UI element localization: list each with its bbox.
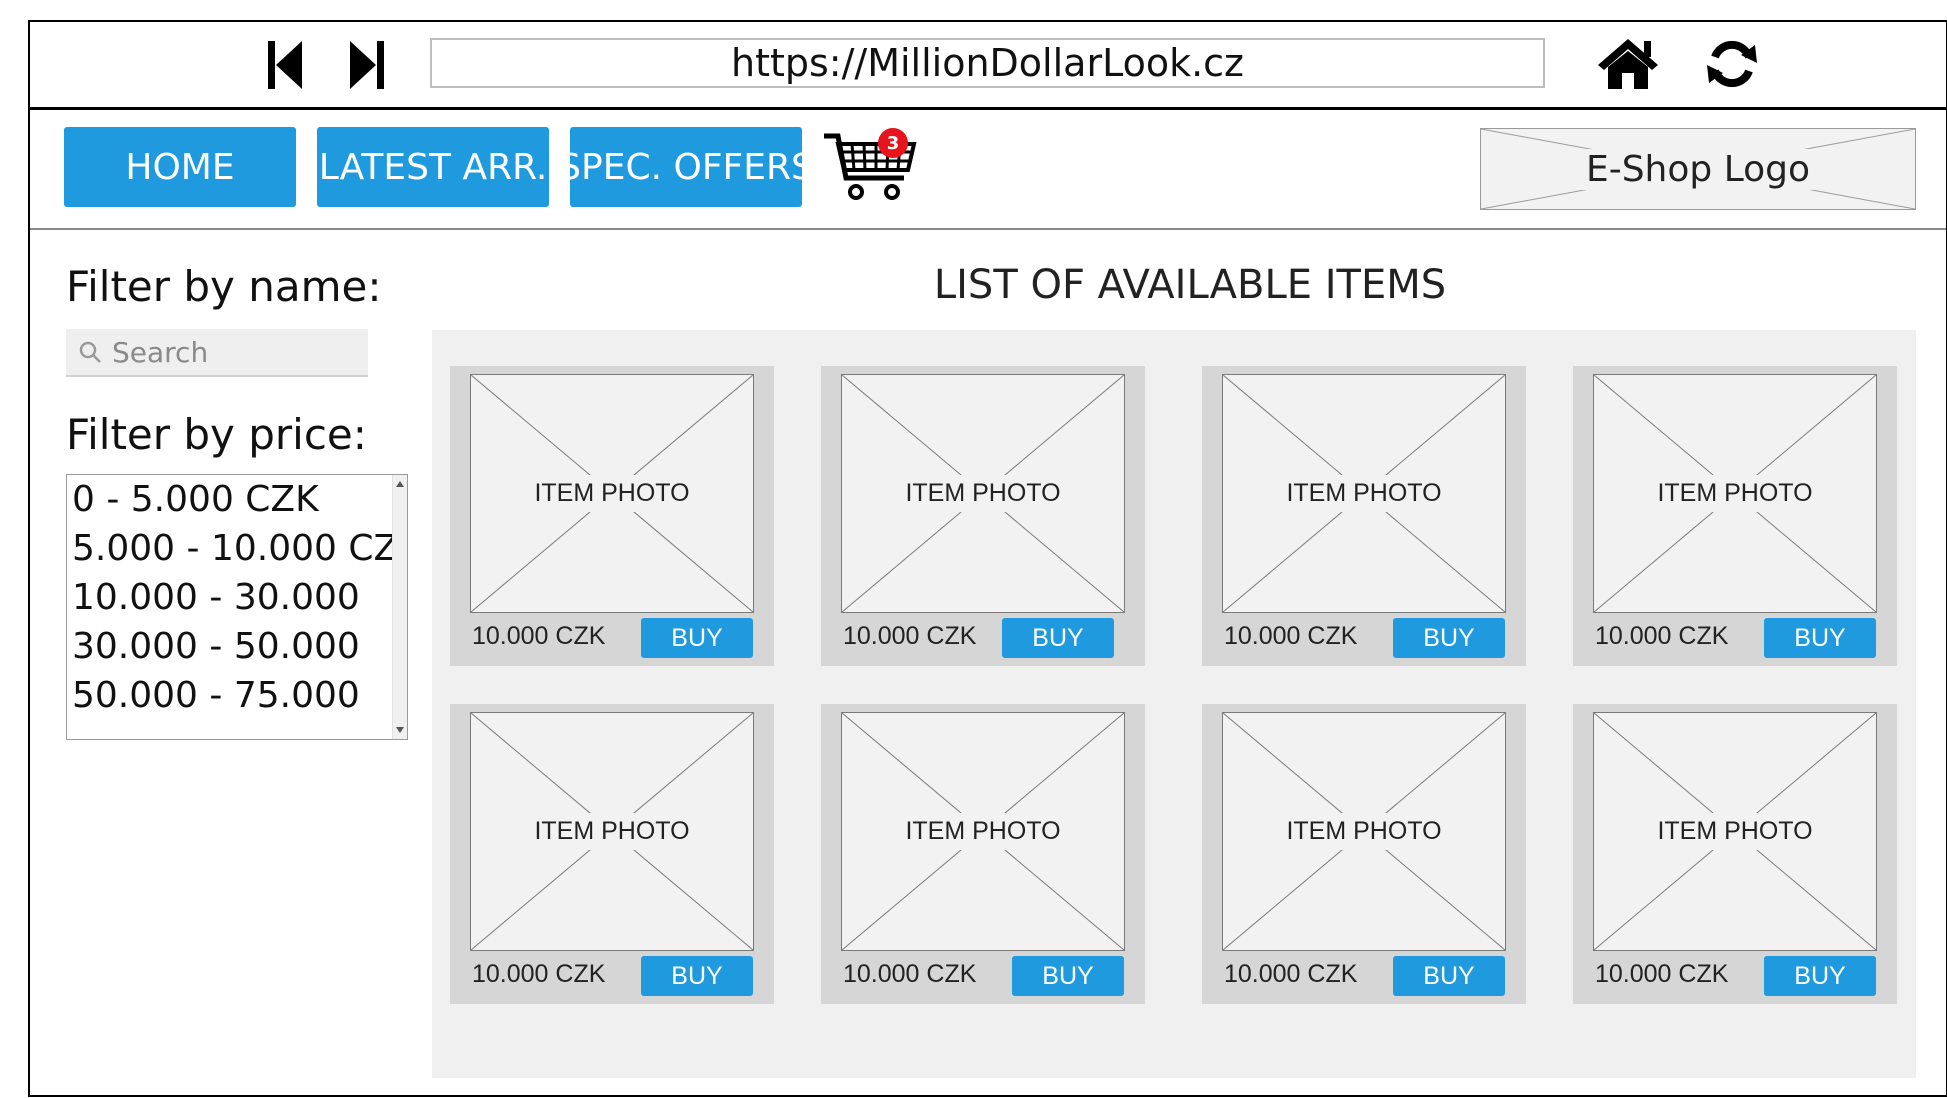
buy-button[interactable]: BUY bbox=[1393, 618, 1505, 658]
buy-label: BUY bbox=[671, 623, 723, 652]
search-icon bbox=[79, 341, 101, 363]
item-price: 10.000 CZK bbox=[472, 622, 606, 650]
item-photo-placeholder[interactable]: ITEM PHOTO bbox=[470, 712, 754, 951]
nav-latest-arrivals-button[interactable]: LATEST ARR. bbox=[317, 127, 549, 207]
cart-count-badge: 3 bbox=[878, 128, 908, 158]
list-scrollbar[interactable] bbox=[392, 475, 407, 739]
item-price: 10.000 CZK bbox=[843, 622, 977, 650]
nav-special-offers-button[interactable]: SPEC. OFFERS bbox=[570, 127, 802, 207]
skip-back-icon[interactable] bbox=[260, 36, 310, 94]
price-option[interactable]: 10.000 - 30.000 bbox=[67, 573, 407, 622]
nav-latest-label: LATEST ARR. bbox=[318, 146, 548, 188]
buy-button[interactable]: BUY bbox=[1012, 956, 1124, 996]
browser-window: https://MillionDollarLook.cz HOME LATEST… bbox=[28, 20, 1947, 1097]
item-price: 10.000 CZK bbox=[1595, 622, 1729, 650]
item-photo-placeholder[interactable]: ITEM PHOTO bbox=[841, 374, 1125, 613]
item-card: ITEM PHOTO 10.000 CZK BUY bbox=[1573, 704, 1897, 1004]
scroll-up-icon[interactable] bbox=[396, 481, 404, 487]
item-photo-label: ITEM PHOTO bbox=[1282, 813, 1446, 850]
buy-label: BUY bbox=[1042, 961, 1094, 990]
price-option[interactable]: 30.000 - 50.000 bbox=[67, 622, 407, 671]
logo-text: E-Shop Logo bbox=[1581, 148, 1815, 190]
buy-label: BUY bbox=[671, 961, 723, 990]
price-option[interactable]: 50.000 - 75.000 bbox=[67, 671, 407, 720]
item-photo-label: ITEM PHOTO bbox=[901, 475, 1065, 512]
search-input[interactable]: Search bbox=[66, 329, 368, 377]
price-option[interactable]: 5.000 - 10.000 CZK bbox=[67, 524, 407, 573]
refresh-icon[interactable] bbox=[1702, 34, 1762, 94]
url-text: https://MillionDollarLook.cz bbox=[730, 41, 1245, 85]
buy-button[interactable]: BUY bbox=[1764, 956, 1876, 996]
price-filter-list[interactable]: 0 - 5.000 CZK 5.000 - 10.000 CZK 10.000 - … bbox=[66, 474, 408, 740]
item-card: ITEM PHOTO 10.000 CZK BUY bbox=[450, 704, 774, 1004]
item-card: ITEM PHOTO 10.000 CZK BUY bbox=[821, 704, 1145, 1004]
nav-home-button[interactable]: HOME bbox=[64, 127, 296, 207]
shopping-cart-button[interactable]: 3 bbox=[822, 126, 932, 212]
buy-button[interactable]: BUY bbox=[1764, 618, 1876, 658]
item-price: 10.000 CZK bbox=[1224, 622, 1358, 650]
nav-offers-label: SPEC. OFFERS bbox=[570, 146, 802, 188]
search-placeholder: Search bbox=[112, 335, 209, 369]
buy-button[interactable]: BUY bbox=[641, 956, 753, 996]
skip-forward-icon[interactable] bbox=[342, 36, 392, 94]
buy-button[interactable]: BUY bbox=[1393, 956, 1505, 996]
item-photo-label: ITEM PHOTO bbox=[1653, 475, 1817, 512]
item-photo-placeholder[interactable]: ITEM PHOTO bbox=[1222, 374, 1506, 613]
item-photo-placeholder[interactable]: ITEM PHOTO bbox=[1222, 712, 1506, 951]
buy-label: BUY bbox=[1423, 961, 1475, 990]
home-icon[interactable] bbox=[1592, 34, 1664, 94]
buy-label: BUY bbox=[1794, 623, 1846, 652]
buy-label: BUY bbox=[1423, 623, 1475, 652]
site-navbar: HOME LATEST ARR. SPEC. OFFERS 3 E-Shop L… bbox=[30, 110, 1946, 230]
item-card: ITEM PHOTO 10.000 CZK BUY bbox=[1202, 704, 1526, 1004]
price-option[interactable]: 0 - 5.000 CZK bbox=[67, 475, 407, 524]
address-bar[interactable]: https://MillionDollarLook.cz bbox=[430, 38, 1545, 88]
item-card: ITEM PHOTO 10.000 CZK BUY bbox=[450, 366, 774, 666]
buy-label: BUY bbox=[1794, 961, 1846, 990]
buy-label: BUY bbox=[1032, 623, 1084, 652]
item-photo-placeholder[interactable]: ITEM PHOTO bbox=[470, 374, 754, 613]
buy-button[interactable]: BUY bbox=[1002, 618, 1114, 658]
item-photo-placeholder[interactable]: ITEM PHOTO bbox=[1593, 374, 1877, 613]
item-photo-label: ITEM PHOTO bbox=[901, 813, 1065, 850]
items-panel: ITEM PHOTO 10.000 CZK BUY ITEM PHOTO 10.000 … bbox=[432, 330, 1916, 1078]
page-title: LIST OF AVAILABLE ITEMS bbox=[933, 262, 1447, 308]
item-photo-placeholder[interactable]: ITEM PHOTO bbox=[841, 712, 1125, 951]
eshop-logo[interactable]: E-Shop Logo bbox=[1480, 128, 1916, 210]
item-photo-label: ITEM PHOTO bbox=[1653, 813, 1817, 850]
item-photo-label: ITEM PHOTO bbox=[530, 475, 694, 512]
item-price: 10.000 CZK bbox=[1595, 960, 1729, 988]
filter-price-label: Filter by price: bbox=[66, 410, 367, 459]
item-card: ITEM PHOTO 10.000 CZK BUY bbox=[1202, 366, 1526, 666]
item-price: 10.000 CZK bbox=[843, 960, 977, 988]
item-price: 10.000 CZK bbox=[1224, 960, 1358, 988]
item-photo-placeholder[interactable]: ITEM PHOTO bbox=[1593, 712, 1877, 951]
cart-icon bbox=[824, 133, 917, 200]
filter-name-label: Filter by name: bbox=[66, 262, 382, 311]
item-price: 10.000 CZK bbox=[472, 960, 606, 988]
browser-toolbar: https://MillionDollarLook.cz bbox=[30, 22, 1946, 110]
scroll-down-icon[interactable] bbox=[396, 727, 404, 733]
nav-home-label: HOME bbox=[125, 146, 235, 188]
buy-button[interactable]: BUY bbox=[641, 618, 753, 658]
item-card: ITEM PHOTO 10.000 CZK BUY bbox=[1573, 366, 1897, 666]
item-card: ITEM PHOTO 10.000 CZK BUY bbox=[821, 366, 1145, 666]
item-photo-label: ITEM PHOTO bbox=[530, 813, 694, 850]
item-photo-label: ITEM PHOTO bbox=[1282, 475, 1446, 512]
